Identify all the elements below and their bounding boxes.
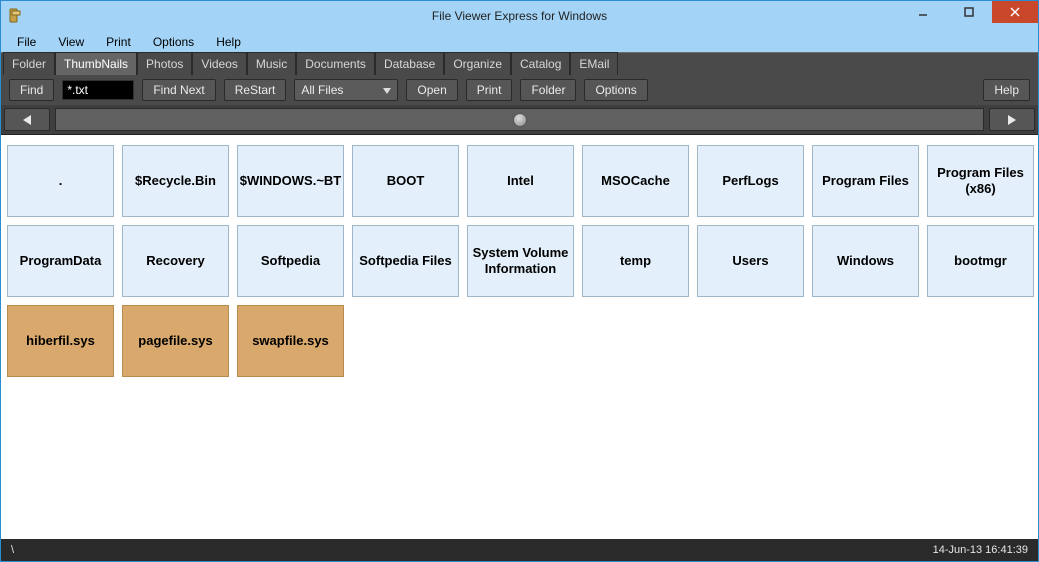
folder-tile[interactable]: ProgramData (7, 225, 114, 297)
menu-print[interactable]: Print (96, 33, 141, 51)
folder-tile[interactable]: BOOT (352, 145, 459, 217)
status-path: \ (11, 544, 14, 556)
tab-organize[interactable]: Organize (444, 52, 511, 76)
tab-music[interactable]: Music (247, 52, 296, 76)
titlebar: File Viewer Express for Windows (1, 1, 1038, 31)
tab-photos[interactable]: Photos (137, 52, 192, 76)
folder-tile[interactable]: . (7, 145, 114, 217)
menu-file[interactable]: File (7, 33, 46, 51)
folder-tile[interactable]: Program Files (812, 145, 919, 217)
folder-tile[interactable]: Recovery (122, 225, 229, 297)
filter-select[interactable]: All Files (294, 79, 398, 101)
folder-tile[interactable]: PerfLogs (697, 145, 804, 217)
status-datetime: 14-Jun-13 16:41:39 (933, 544, 1028, 556)
folder-tile[interactable]: System Volume Information (467, 225, 574, 297)
statusbar: \ 14-Jun-13 16:41:39 (1, 539, 1038, 561)
content-area: .$Recycle.Bin$WINDOWS.~BTBOOTIntelMSOCac… (1, 135, 1038, 539)
tab-database[interactable]: Database (375, 52, 444, 76)
folder-tile[interactable]: bootmgr (927, 225, 1034, 297)
folder-tile[interactable]: Softpedia Files (352, 225, 459, 297)
toolbar: Find Find Next ReStart All Files Open Pr… (1, 75, 1038, 105)
app-icon (7, 8, 23, 24)
nav-row (1, 105, 1038, 135)
nav-slider-track[interactable] (55, 108, 984, 131)
folder-tile[interactable]: Users (697, 225, 804, 297)
find-button[interactable]: Find (9, 79, 54, 101)
help-button[interactable]: Help (983, 79, 1030, 101)
chevron-down-icon (383, 83, 391, 97)
file-tile[interactable]: pagefile.sys (122, 305, 229, 377)
print-button[interactable]: Print (466, 79, 513, 101)
tab-folder[interactable]: Folder (3, 52, 55, 76)
folder-tile[interactable]: temp (582, 225, 689, 297)
folder-button[interactable]: Folder (520, 79, 576, 101)
tab-videos[interactable]: Videos (192, 52, 246, 76)
maximize-button[interactable] (946, 1, 992, 23)
tab-email[interactable]: EMail (570, 52, 618, 76)
restart-button[interactable]: ReStart (224, 79, 287, 101)
menu-view[interactable]: View (48, 33, 94, 51)
menu-options[interactable]: Options (143, 33, 204, 51)
search-input[interactable] (62, 80, 134, 100)
folder-tile[interactable]: $Recycle.Bin (122, 145, 229, 217)
window-title: File Viewer Express for Windows (1, 9, 1038, 23)
folder-tile[interactable]: $WINDOWS.~BT (237, 145, 344, 217)
find-next-button[interactable]: Find Next (142, 79, 215, 101)
file-tile[interactable]: swapfile.sys (237, 305, 344, 377)
folder-tile[interactable]: Windows (812, 225, 919, 297)
nav-slider-handle[interactable] (513, 113, 527, 127)
folder-tile[interactable]: Intel (467, 145, 574, 217)
menubar: File View Print Options Help (1, 31, 1038, 53)
thumbnail-grid: .$Recycle.Bin$WINDOWS.~BTBOOTIntelMSOCac… (7, 145, 1032, 377)
folder-tile[interactable]: Program Files (x86) (927, 145, 1034, 217)
tab-catalog[interactable]: Catalog (511, 52, 570, 76)
folder-tile[interactable]: Softpedia (237, 225, 344, 297)
folder-tile[interactable]: MSOCache (582, 145, 689, 217)
nav-next-button[interactable] (989, 108, 1035, 131)
file-tile[interactable]: hiberfil.sys (7, 305, 114, 377)
window-controls (900, 1, 1038, 23)
tab-thumbnails[interactable]: ThumbNails (55, 52, 137, 76)
tab-documents[interactable]: Documents (296, 52, 375, 76)
tabbar: Folder ThumbNails Photos Videos Music Do… (1, 53, 1038, 75)
open-button[interactable]: Open (406, 79, 457, 101)
close-button[interactable] (992, 1, 1038, 23)
menu-help[interactable]: Help (206, 33, 251, 51)
filter-selected-label: All Files (301, 83, 343, 97)
minimize-button[interactable] (900, 1, 946, 23)
nav-prev-button[interactable] (4, 108, 50, 131)
options-button[interactable]: Options (584, 79, 647, 101)
